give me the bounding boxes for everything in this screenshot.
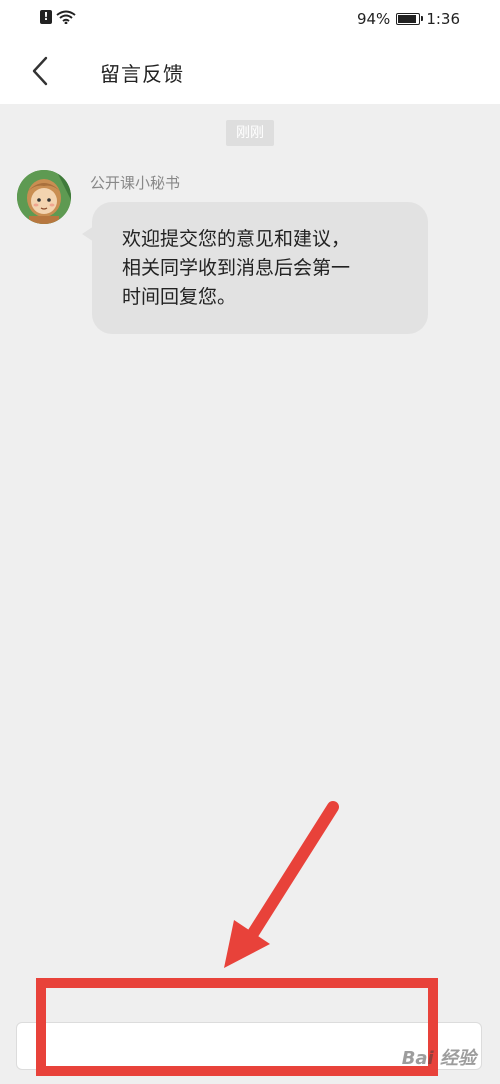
header: 留言反馈 xyxy=(0,38,500,104)
sender-name: 公开课小秘书 xyxy=(90,174,181,192)
message-line: 时间回复您。 xyxy=(122,286,237,308)
message-line: 相关同学收到消息后会第一 xyxy=(122,257,351,279)
page-title: 留言反馈 xyxy=(100,62,184,86)
battery-icon xyxy=(396,13,424,25)
wifi-icon xyxy=(56,10,76,24)
message-line: 欢迎提交您的意见和建议， xyxy=(122,228,351,250)
message-timestamp: 刚刚 xyxy=(226,120,274,146)
avatar-icon[interactable] xyxy=(17,170,71,224)
annotation-highlight-box xyxy=(36,978,438,1076)
back-chevron-icon xyxy=(32,56,48,86)
status-left: ! xyxy=(40,10,76,24)
status-bar: ! 94% 1:36 xyxy=(0,0,500,38)
watermark-logo: Bai 经验 xyxy=(401,1048,476,1069)
avatar-illustration xyxy=(17,170,71,224)
status-time: 1:36 xyxy=(426,10,460,28)
message-bubble[interactable]: 欢迎提交您的意见和建议， 相关同学收到消息后会第一 时间回复您。 xyxy=(82,202,428,334)
chat-area[interactable]: 刚刚 公开课小秘书 欢迎提交您的意见和建议， 相关同学收到消息后会第一 时间回复… xyxy=(0,104,500,1004)
back-button[interactable] xyxy=(26,54,56,88)
status-right: 94% 1:36 xyxy=(357,10,460,28)
battery-percent: 94% xyxy=(356,10,391,28)
alert-icon: ! xyxy=(40,10,52,24)
